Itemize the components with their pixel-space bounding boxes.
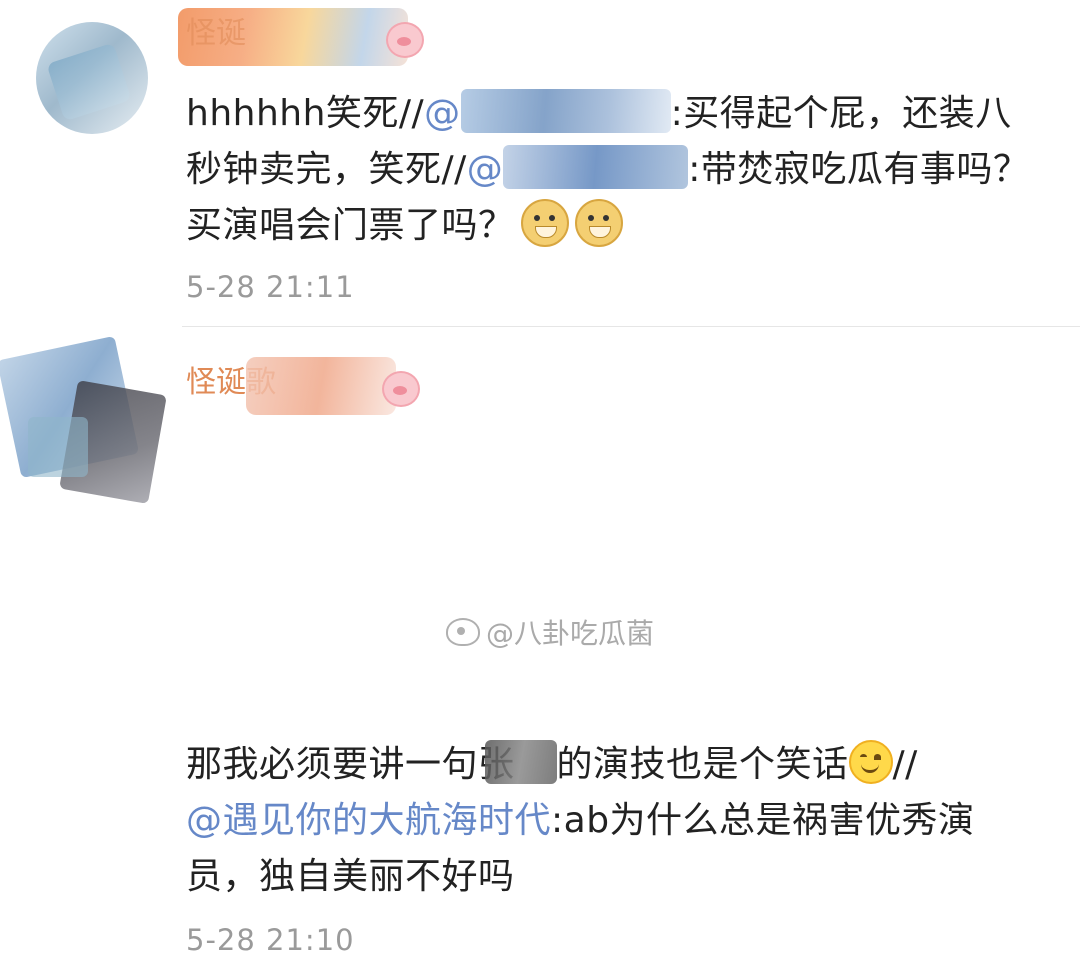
- text-segment: //: [892, 744, 918, 785]
- watermark-text: @八卦吃瓜菌: [486, 617, 655, 650]
- mention-link[interactable]: @: [467, 145, 689, 190]
- redaction-scribble: [503, 145, 689, 189]
- doge-emoji-icon: [520, 199, 569, 247]
- username[interactable]: 怪诞: [178, 8, 424, 68]
- text-segment: hhhhhh笑死//: [186, 93, 425, 134]
- comment-text: 那我必须要讲一句张的演技也是个笑话//@遇见你的大航海时代:ab为什么总是祸害优…: [186, 737, 1046, 905]
- text-segment: 张: [478, 740, 557, 785]
- timestamp: 5-28 21:10: [186, 923, 355, 957]
- avatar[interactable]: [0, 327, 167, 505]
- text-segment: 的演技也是个笑话: [556, 744, 849, 785]
- pig-icon: [382, 371, 420, 407]
- username[interactable]: 怪诞歌: [186, 357, 420, 417]
- avatar[interactable]: [36, 22, 148, 134]
- pig-icon: [386, 22, 424, 58]
- comment-text: hhhhhh笑死//@:买得起个屁，还装八秒钟卖完，笑死//@:带焚寂吃瓜有事吗…: [186, 86, 1046, 254]
- doge-emoji-icon: [574, 199, 623, 247]
- timestamp: 5-28 21:11: [186, 270, 355, 304]
- redaction-scribble: [460, 89, 671, 133]
- redaction-scribble: [246, 357, 396, 415]
- mention-link[interactable]: @遇见你的大航海时代: [186, 800, 551, 841]
- text-segment: 那我必须要讲一句: [186, 744, 479, 785]
- comment-1: 怪诞 hhhhhh笑死//@:买得起个屁，还装八秒钟卖完，笑死//@:带焚寂吃瓜…: [0, 0, 1080, 326]
- comment-2: 怪诞歌 那我必须要讲一句张的演技也是个笑话//@遇见你的大航海时代:ab为什么总…: [0, 327, 1080, 957]
- watermark: @八卦吃瓜菌: [446, 612, 654, 652]
- weibo-icon: [446, 618, 480, 646]
- username-text: 怪诞: [186, 16, 246, 51]
- smile-emoji-icon: [848, 740, 893, 784]
- redaction-scribble: [484, 740, 557, 784]
- mention-link[interactable]: @: [424, 89, 671, 134]
